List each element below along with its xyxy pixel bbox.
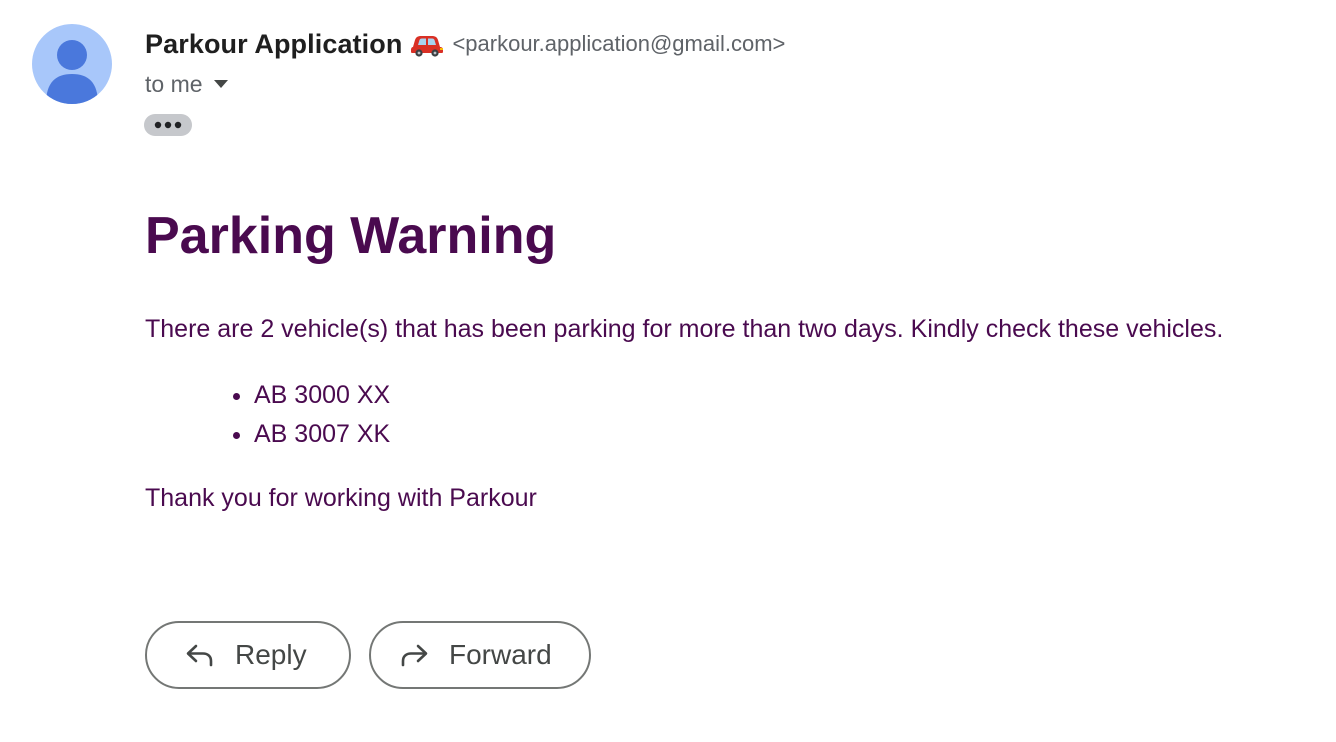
vehicle-list-item: AB 3000 XX: [254, 376, 390, 415]
sender-email: <parkour.application@gmail.com>: [452, 31, 786, 56]
reply-button[interactable]: Reply: [145, 621, 351, 689]
reply-button-label: Reply: [235, 639, 307, 670]
reply-arrow-icon: [185, 643, 215, 667]
recipient-label: to me: [145, 70, 203, 97]
forward-button[interactable]: Forward: [369, 621, 591, 689]
caret-down-icon[interactable]: [213, 79, 229, 89]
show-trimmed-content-button[interactable]: [144, 114, 192, 136]
sender-name[interactable]: Parkour Application: [145, 29, 402, 60]
vehicle-list-item: AB 3007 XK: [254, 415, 390, 454]
message-heading: Parking Warning: [145, 207, 557, 265]
forward-button-label: Forward: [449, 639, 552, 670]
sender-header: Parkour Application <parkour.application…: [145, 26, 785, 62]
message-closing: Thank you for working with Parkour: [145, 484, 537, 512]
forward-arrow-icon: [399, 643, 429, 667]
vehicle-list: AB 3000 XX AB 3007 XK: [145, 376, 390, 454]
recipient-details-toggle[interactable]: to me: [145, 68, 229, 100]
car-emoji-icon: [410, 31, 444, 57]
person-icon: [46, 40, 98, 104]
more-horiz-icon: [154, 121, 182, 129]
message-body: Parking Warning There are 2 vehicle(s) t…: [145, 200, 1325, 512]
message-intro: There are 2 vehicle(s) that has been par…: [145, 315, 1224, 343]
sender-avatar[interactable]: [32, 24, 112, 104]
